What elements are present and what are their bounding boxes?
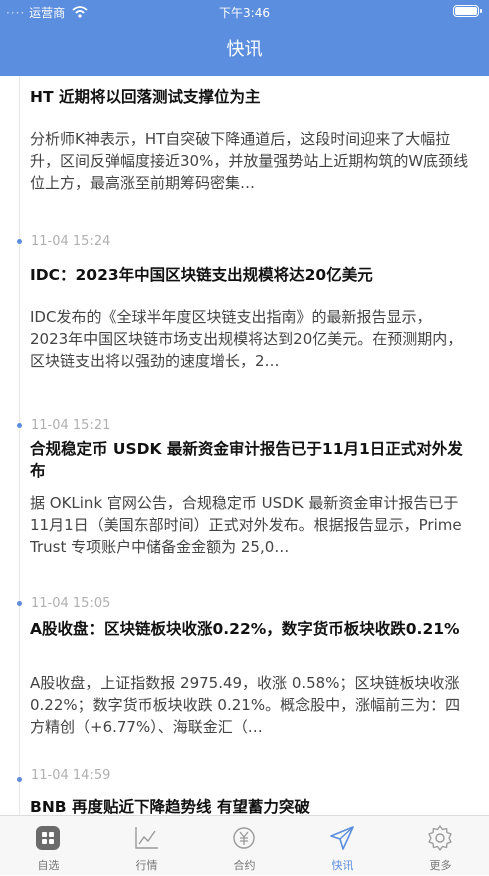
news-headline[interactable]: 合规稳定币 USDK 最新资金审计报告已于11月1日正式对外发布 <box>30 438 470 482</box>
page-title: 快讯 <box>226 39 263 60</box>
news-headline[interactable]: IDC：2023年中国区块链支出规模将达20亿美元 <box>30 264 470 286</box>
battery-icon <box>453 5 482 17</box>
timeline-dot <box>17 777 22 782</box>
nav-bar: 快讯 <box>0 24 489 76</box>
news-time: 11-04 14:59 <box>31 768 111 783</box>
send-icon <box>330 826 354 850</box>
news-summary[interactable]: IDC发布的《全球半年度区块链支出指南》的最新报告显示， 2023年中国区块链市… <box>30 306 470 372</box>
tab-contract[interactable]: 合约 <box>196 816 293 876</box>
tab-label: 行情 <box>135 859 158 872</box>
news-summary[interactable]: A股收盘，上证指数报 2975.49，收涨 0.58%；区块链板块收涨 0.22… <box>30 672 470 738</box>
tab-label: 自选 <box>37 859 60 872</box>
tab-label: 合约 <box>233 859 256 872</box>
gear-icon <box>428 825 452 851</box>
status-time: 下午3:46 <box>219 6 270 20</box>
chart-icon <box>135 827 158 849</box>
news-summary[interactable]: 据 OKLink 官网公告，合规稳定币 USDK 最新资金审计报告已于11月1日… <box>30 492 470 558</box>
tab-news[interactable]: 快讯 <box>294 816 391 876</box>
news-headline[interactable]: HT 近期将以回落测试支撑位为主 <box>30 86 470 108</box>
tab-market[interactable]: 行情 <box>98 816 195 876</box>
yuan-coin-icon <box>233 827 255 849</box>
tab-bar: 自选 行情 合约 快讯 更多 <box>0 815 489 875</box>
news-headline[interactable]: BNB 再度贴近下降趋势线 有望蓄力突破 <box>30 796 470 815</box>
timeline-line <box>19 76 20 815</box>
tab-watchlist[interactable]: 自选 <box>0 816 97 876</box>
status-bar: ···· 运营商 下午3:46 <box>0 0 489 24</box>
news-feed[interactable]: HT 近期将以回落测试支撑位为主 分析师K神表示，HT自突破下降通道后，这段时间… <box>0 76 489 815</box>
news-time: 11-04 15:05 <box>31 596 111 611</box>
tab-more[interactable]: 更多 <box>392 816 489 876</box>
timeline-dot <box>17 239 22 244</box>
news-time: 11-04 15:21 <box>31 418 111 433</box>
grid-icon <box>36 826 60 850</box>
news-time: 11-04 15:24 <box>31 234 111 249</box>
timeline-dot <box>17 601 22 606</box>
timeline-dot <box>17 423 22 428</box>
news-summary[interactable]: 分析师K神表示，HT自突破下降通道后，这段时间迎来了大幅拉升，区间反弹幅度接近3… <box>30 128 470 194</box>
tab-label: 更多 <box>429 859 452 872</box>
tab-label: 快讯 <box>331 859 354 872</box>
news-headline[interactable]: A股收盘：区块链板块收涨0.22%，数字货币板块收跌0.21% <box>30 618 470 640</box>
